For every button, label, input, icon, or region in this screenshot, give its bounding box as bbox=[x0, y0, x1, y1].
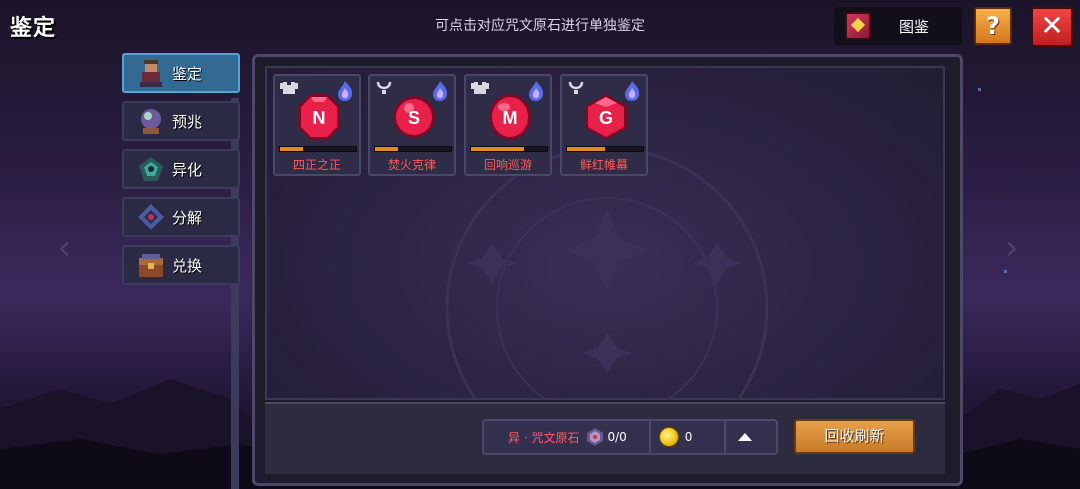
progress-fill bbox=[567, 147, 605, 151]
identify-progress-bar bbox=[470, 146, 548, 152]
rune-stone-resource-label: 异 · 咒文原石 bbox=[508, 430, 580, 445]
rune-stone-card[interactable]: N 四正之正 bbox=[273, 74, 361, 176]
sidebar-item-identify[interactable]: 鉴定 bbox=[122, 53, 240, 93]
rune-stone-card[interactable]: M 回响巡游 bbox=[464, 74, 552, 176]
mutation-emblem-icon bbox=[136, 154, 166, 184]
help-button[interactable]: ? bbox=[974, 7, 1012, 45]
prev-page-arrow[interactable] bbox=[59, 241, 75, 257]
decompose-crystal-icon bbox=[136, 202, 166, 232]
sidebar-item-label: 预兆 bbox=[172, 112, 203, 131]
rune-name: 鲜红帷幕 bbox=[579, 158, 628, 172]
svg-text:G: G bbox=[599, 108, 613, 128]
divider bbox=[648, 421, 651, 453]
rune-gem-icon: N bbox=[298, 94, 340, 140]
sidebar-item-exchange[interactable]: 兑换 bbox=[122, 245, 240, 285]
npc-portrait-icon bbox=[136, 58, 166, 88]
treasure-chest-icon bbox=[136, 250, 166, 280]
svg-text:N: N bbox=[313, 108, 326, 128]
sidebar-item-omen[interactable]: 预兆 bbox=[122, 101, 240, 141]
identify-progress-bar bbox=[374, 146, 452, 152]
close-button[interactable]: ✕ bbox=[1031, 7, 1073, 47]
sidebar-item-label: 兑换 bbox=[172, 256, 203, 275]
resource-counter: 异 · 咒文原石 0/0 0 bbox=[482, 419, 778, 455]
codex-book-icon bbox=[845, 12, 871, 40]
rune-name: 四正之正 bbox=[292, 158, 341, 172]
svg-text:M: M bbox=[503, 108, 518, 128]
rune-gem-icon: S bbox=[393, 96, 435, 138]
progress-fill bbox=[471, 147, 525, 151]
rune-gem-icon: G bbox=[585, 94, 627, 140]
rune-stone-count: 0/0 bbox=[607, 430, 627, 444]
codex-label: 图鉴 bbox=[899, 17, 930, 36]
sidebar-item-decompose[interactable]: 分解 bbox=[122, 197, 240, 237]
rune-name: 回响巡游 bbox=[483, 158, 532, 172]
progress-fill bbox=[280, 147, 303, 151]
codex-button[interactable]: 图鉴 bbox=[834, 7, 962, 45]
expand-up-arrow-icon[interactable] bbox=[738, 433, 753, 441]
sidebar-item-label: 鉴定 bbox=[172, 64, 203, 83]
sidebar: 鉴定 预兆 异化 分解 兑换 bbox=[122, 53, 240, 293]
svg-text:S: S bbox=[408, 108, 420, 128]
rune-stone-icon bbox=[587, 428, 604, 446]
divider bbox=[724, 421, 727, 453]
sidebar-item-label: 分解 bbox=[172, 208, 203, 227]
identify-progress-bar bbox=[279, 146, 357, 152]
rune-stone-card[interactable]: S 焚火克律 bbox=[368, 74, 456, 176]
next-page-arrow[interactable] bbox=[1001, 241, 1017, 257]
recycle-refresh-button[interactable]: 回收刷新 bbox=[794, 419, 915, 454]
identify-progress-bar bbox=[566, 146, 644, 152]
progress-fill bbox=[375, 147, 398, 151]
coin-count: 0 bbox=[684, 430, 693, 444]
sidebar-item-label: 异化 bbox=[172, 160, 203, 179]
rune-stone-card[interactable]: G 鲜红帷幕 bbox=[560, 74, 648, 176]
rune-name: 焚火克律 bbox=[387, 158, 436, 172]
rune-gem-icon: M bbox=[489, 94, 531, 140]
sidebar-item-mutation[interactable]: 异化 bbox=[122, 149, 240, 189]
crystal-ball-icon bbox=[136, 106, 166, 136]
gold-coin-icon bbox=[658, 427, 679, 447]
